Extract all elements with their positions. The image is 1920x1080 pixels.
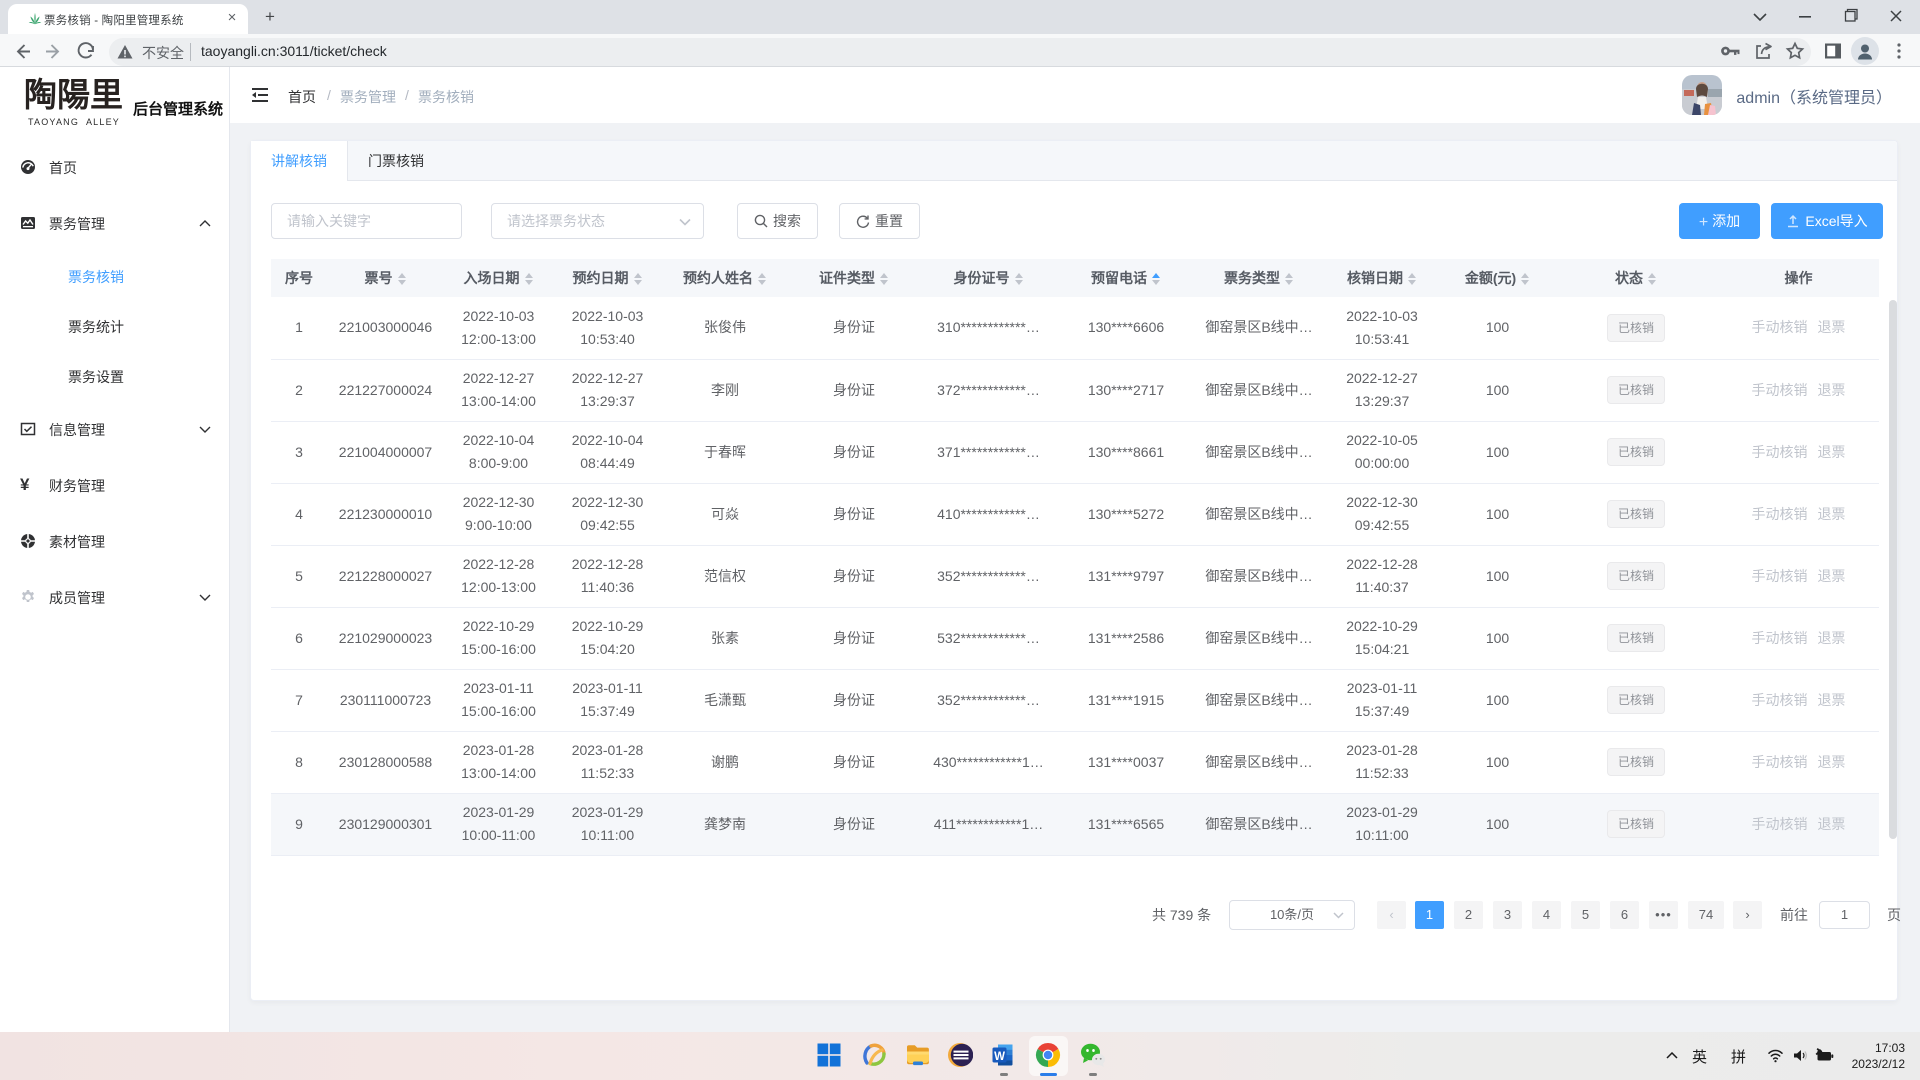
svg-text:W: W xyxy=(994,1051,1005,1063)
